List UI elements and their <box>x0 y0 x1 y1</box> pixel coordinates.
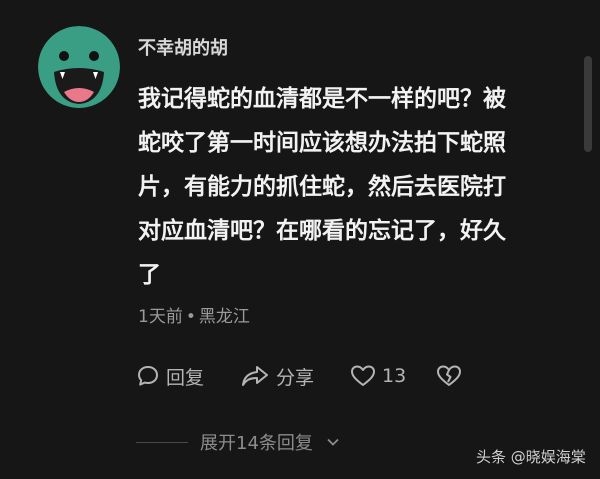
like-button[interactable]: 13 <box>350 360 406 392</box>
comment-line: 片，有能力的抓住蛇，然后去医院打 <box>138 174 506 200</box>
comment-line: 了 <box>138 262 161 288</box>
comment-line: 对应血清吧？在哪看的忘记了，好久 <box>138 218 506 244</box>
divider-line <box>136 441 188 443</box>
comment-location: 黑龙江 <box>198 307 250 327</box>
avatar[interactable] <box>38 26 120 108</box>
comment-body: 我记得蛇的血清都是不一样的吧？被 蛇咬了第一时间应该想办法拍下蛇照 片，有能力的… <box>138 84 568 304</box>
comment-line: 蛇咬了第一时间应该想办法拍下蛇照 <box>138 130 506 156</box>
reply-label: 回复 <box>166 366 205 389</box>
comment-time: 1天前 <box>138 307 183 327</box>
chevron-down-icon <box>327 438 339 446</box>
speech-bubble-icon <box>138 366 158 386</box>
comment-line: 我记得蛇的血清都是不一样的吧？被 <box>138 86 506 112</box>
share-arrow-icon <box>242 366 268 386</box>
broken-heart-icon <box>437 365 461 386</box>
dislike-button[interactable] <box>436 360 462 392</box>
comment-actions: 回复 分享 13 <box>136 360 576 392</box>
comment-card: 不幸胡的胡 我记得蛇的血清都是不一样的吧？被 蛇咬了第一时间应该想办法拍下蛇照 … <box>0 0 600 479</box>
scrollbar[interactable] <box>584 56 592 152</box>
share-label: 分享 <box>276 366 315 389</box>
share-button[interactable]: 分享 <box>240 360 314 392</box>
heart-outline-icon <box>351 365 375 386</box>
expand-replies-label: 展开14条回复 <box>200 433 313 454</box>
green-monster-avatar-icon <box>38 26 120 108</box>
comment-meta: 1天前 • 黑龙江 <box>138 302 250 327</box>
meta-separator: • <box>185 307 196 327</box>
expand-replies-button[interactable]: 展开14条回复 <box>136 428 396 456</box>
reply-button[interactable]: 回复 <box>136 360 204 392</box>
username[interactable]: 不幸胡的胡 <box>138 34 228 60</box>
like-count: 13 <box>382 365 407 387</box>
watermark: 头条 @晓娱海棠 <box>476 448 586 466</box>
